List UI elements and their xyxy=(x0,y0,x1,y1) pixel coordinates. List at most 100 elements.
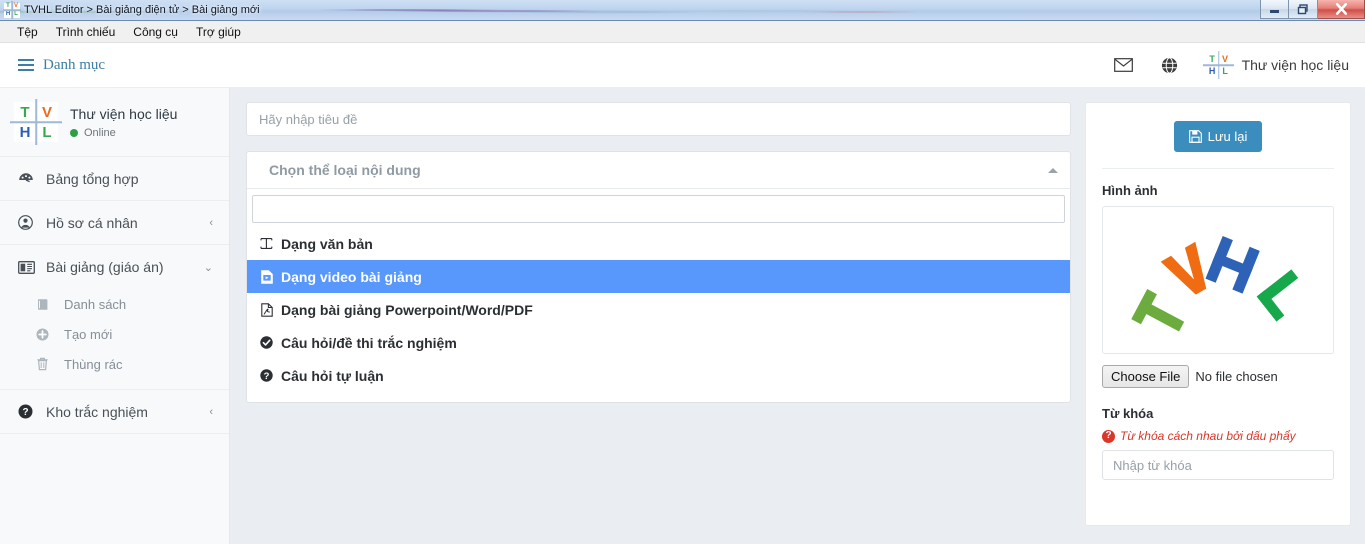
keyword-section-label: Từ khóa xyxy=(1102,406,1154,421)
logo-letter-t: T xyxy=(20,103,30,121)
plus-circle-icon xyxy=(36,328,58,341)
keyword-hint-text: Từ khóa cách nhau bởi dấu phẩy xyxy=(1120,429,1296,443)
menu-item-cong-cu[interactable]: Công cụ xyxy=(124,23,187,41)
image-preview xyxy=(1102,206,1334,354)
restore-icon xyxy=(1297,3,1308,14)
sidebar-item-bai-giang[interactable]: Bài giảng (giáo án) ⌄ xyxy=(0,245,229,289)
sidebar-profile[interactable]: T V H L Thư viện học liệu Online xyxy=(0,88,229,157)
sidebar-item-ho-so-ca-nhan[interactable]: Hồ sơ cá nhân ‹ xyxy=(0,201,229,245)
globe-icon[interactable] xyxy=(1161,56,1178,74)
header-user-name: Thư viện học liệu xyxy=(1241,57,1349,73)
sidebar-item-label: Bài giảng (giáo án) xyxy=(46,259,164,275)
logo-letter-l: L xyxy=(14,10,18,17)
image-file-row: Choose File No file chosen xyxy=(1102,365,1334,388)
option-dang-van-ban[interactable]: Dạng văn bản xyxy=(247,227,1070,260)
option-label: Câu hỏi/đề thi trắc nghiệm xyxy=(281,334,457,351)
logo-letter-l: L xyxy=(42,123,52,141)
content-type-select-label: Chọn thể loại nội dung xyxy=(269,162,421,178)
check-circle-icon xyxy=(259,336,274,349)
online-dot-icon xyxy=(70,128,78,137)
tvhl-arc-logo-image xyxy=(1131,235,1299,332)
sidebar-item-label: Hồ sơ cá nhân xyxy=(46,214,138,231)
header-logo: T V H L xyxy=(1205,53,1232,77)
select-bottom-padding xyxy=(247,392,1070,402)
content-type-search-wrap xyxy=(247,189,1070,227)
question-circle-icon: ? xyxy=(259,369,274,382)
sidebar-profile-status-label: Online xyxy=(84,126,116,139)
content-type-select: Chọn thể loại nội dung Dạng văn bản Dạng… xyxy=(246,151,1071,403)
window-title-bar: T V H L TVHL Editor > Bài giảng điện tử … xyxy=(0,0,1365,21)
chevron-left-icon: ‹ xyxy=(209,216,213,229)
floppy-disk-icon xyxy=(1188,130,1202,143)
option-dang-video-bai-giang[interactable]: Dạng video bài giảng xyxy=(247,260,1070,293)
trash-icon xyxy=(36,357,58,371)
question-circle-icon: ? xyxy=(18,404,40,419)
content-type-select-toggle[interactable]: Chọn thể loại nội dung xyxy=(247,152,1070,189)
sidebar-item-bang-tong-hop[interactable]: Bảng tổng hợp xyxy=(0,157,229,201)
header-user[interactable]: T V H L Thư viện học liệu xyxy=(1205,53,1349,77)
window-title: TVHL Editor > Bài giảng điện tử > Bài gi… xyxy=(24,4,260,16)
menu-bar: Tệp Trình chiếu Công cụ Trợ giúp xyxy=(0,21,1365,43)
logo-letter-t: T xyxy=(6,3,10,10)
side-panel-column: Lưu lại Hình ảnh Choose File No file cho… xyxy=(1085,102,1351,526)
title-input[interactable] xyxy=(246,102,1071,136)
option-label: Dạng văn bản xyxy=(281,235,373,252)
save-button[interactable]: Lưu lại xyxy=(1173,121,1263,152)
book-open-icon xyxy=(18,260,40,274)
sidebar-item-thung-rac[interactable]: Thùng rác xyxy=(0,349,229,379)
close-icon xyxy=(1335,3,1347,15)
app-body: T V H L Thư viện học liệu Online Bảng tổ… xyxy=(0,88,1365,544)
keyword-input[interactable] xyxy=(1102,450,1334,480)
window-controls xyxy=(1260,0,1365,20)
sidebar-item-kho-trac-nghiem[interactable]: ? Kho trắc nghiệm ‹ xyxy=(0,390,229,434)
keyword-hint: ? Từ khóa cách nhau bởi dấu phẩy xyxy=(1102,429,1334,443)
menu-item-trinh-chieu[interactable]: Trình chiếu xyxy=(47,23,125,41)
book-icon xyxy=(36,298,58,311)
sidebar-item-label: Kho trắc nghiệm xyxy=(46,403,148,420)
window-restore-button[interactable] xyxy=(1289,0,1318,19)
text-height-icon xyxy=(259,237,274,250)
sidebar-profile-name: Thư viện học liệu xyxy=(70,105,178,122)
envelope-icon[interactable] xyxy=(1113,58,1133,72)
form-column: Chọn thể loại nội dung Dạng văn bản xyxy=(246,102,1071,403)
sidebar-sub-item-label: Tạo mới xyxy=(64,326,113,342)
option-dang-bai-giang-ppt-word-pdf[interactable]: Dạng bài giảng Powerpoint/Word/PDF xyxy=(247,293,1070,326)
user-circle-icon xyxy=(18,215,40,230)
logo-letter-l: L xyxy=(1222,65,1228,76)
header-actions: T V H L Thư viện học liệu xyxy=(1113,53,1349,77)
logo-letter-h: H xyxy=(5,10,11,17)
option-cau-hoi-de-thi-trac-nghiem[interactable]: Câu hỏi/đề thi trắc nghiệm xyxy=(247,326,1070,359)
window-app-icon: T V H L xyxy=(4,2,20,18)
sidebar-group-bai-giang: Bài giảng (giáo án) ⌄ Danh sách Tạo mới … xyxy=(0,245,229,390)
logo-letter-h: H xyxy=(19,123,31,141)
option-cau-hoi-tu-luan[interactable]: ? Câu hỏi tự luận xyxy=(247,359,1070,392)
window-close-button[interactable] xyxy=(1318,0,1365,19)
video-file-icon xyxy=(259,269,274,284)
content-type-search-input[interactable] xyxy=(252,195,1065,223)
sidebar-item-danh-sach[interactable]: Danh sách xyxy=(0,289,229,319)
option-label: Câu hỏi tự luận xyxy=(281,367,384,384)
menu-item-tro-giup[interactable]: Trợ giúp xyxy=(187,23,250,41)
side-panel-card: Lưu lại Hình ảnh Choose File No file cho… xyxy=(1085,102,1351,526)
caret-up-icon xyxy=(1048,167,1058,173)
logo-letter-v: V xyxy=(41,103,52,121)
sidebar: T V H L Thư viện học liệu Online Bảng tổ… xyxy=(0,88,230,544)
menu-toggle-label: Danh mục xyxy=(43,56,106,73)
menu-toggle-button[interactable]: Danh mục xyxy=(18,57,105,74)
logo-letter-t: T xyxy=(1209,53,1215,64)
sidebar-item-label: Bảng tổng hợp xyxy=(46,170,139,187)
hamburger-icon xyxy=(18,59,34,71)
sidebar-item-tao-moi[interactable]: Tạo mới xyxy=(0,319,229,349)
save-button-label: Lưu lại xyxy=(1207,129,1248,144)
window-minimize-button[interactable] xyxy=(1260,0,1289,19)
logo-letter-v: V xyxy=(13,3,18,10)
menu-item-tep[interactable]: Tệp xyxy=(8,23,47,41)
chevron-left-icon: ‹ xyxy=(209,405,213,418)
logo-letter-v: V xyxy=(1222,53,1229,64)
pdf-file-icon xyxy=(259,302,274,317)
svg-text:?: ? xyxy=(22,407,28,418)
image-section-label: Hình ảnh xyxy=(1102,183,1158,198)
app-header: Danh mục T V H L Thư viện học liệu xyxy=(0,43,1365,88)
choose-file-button[interactable]: Choose File xyxy=(1102,365,1190,388)
question-mark-badge-icon: ? xyxy=(1102,429,1115,443)
